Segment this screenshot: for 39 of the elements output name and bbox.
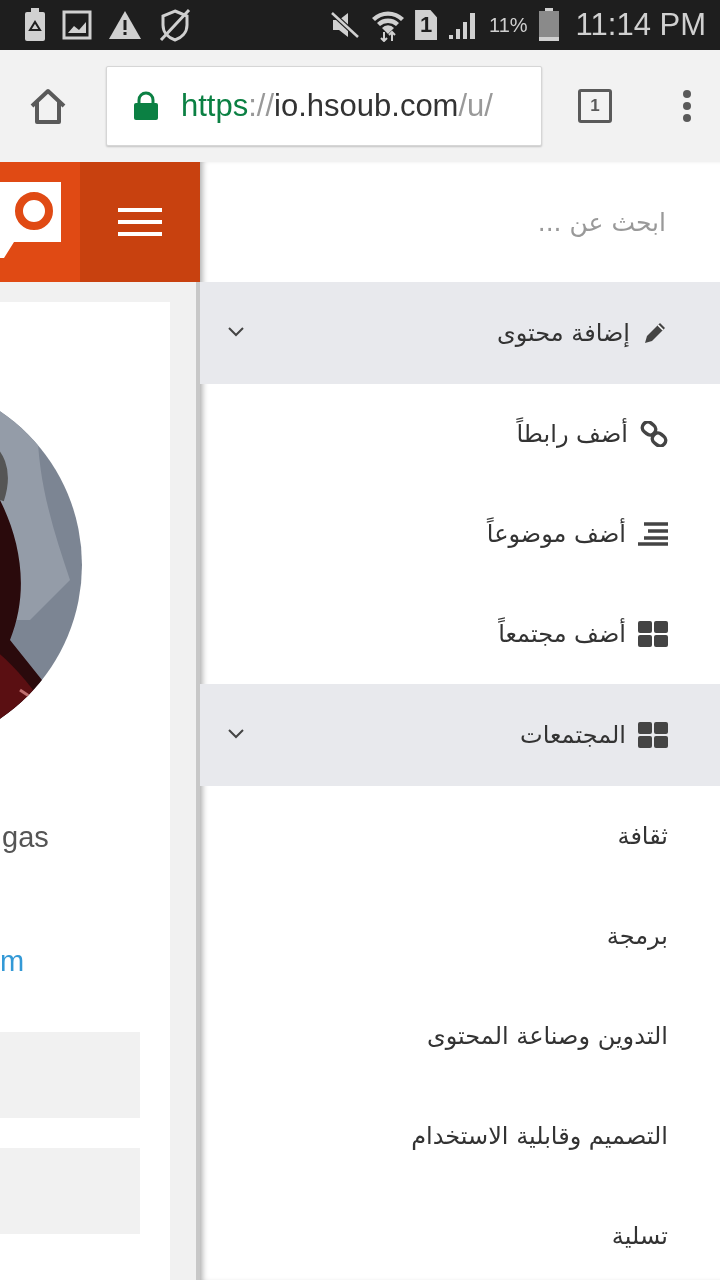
menu-icon	[118, 207, 162, 237]
pencil-icon	[642, 320, 668, 346]
battery-icon	[537, 8, 560, 42]
menu-item-label: التصميم وقابلية الاستخدام	[411, 1122, 668, 1150]
menu-item[interactable]: أضف رابطاً	[200, 384, 720, 484]
url-field[interactable]: https://io.hsoub.com/u/	[106, 66, 542, 146]
menu-item[interactable]: ثقافة	[200, 786, 720, 886]
section-title: إضافة محتوى	[496, 319, 630, 347]
section-header[interactable]: المجتمعات	[200, 684, 720, 786]
shield-off-icon	[158, 8, 192, 42]
search-field[interactable]: ابحث عن ...	[252, 206, 668, 238]
menu-item[interactable]: تسلية	[200, 1186, 720, 1280]
menu-item-label: برمجة	[606, 922, 668, 950]
menu-item[interactable]: أضف مجتمعاً	[200, 584, 720, 684]
menu-button[interactable]	[80, 162, 200, 282]
lock-icon	[133, 91, 159, 121]
battery-percent: 11%	[489, 13, 528, 37]
link-icon	[640, 421, 668, 447]
menu-item[interactable]: برمجة	[200, 886, 720, 986]
grid-icon	[638, 722, 668, 748]
menu-item-label: التدوين وصناعة المحتوى	[426, 1022, 668, 1050]
section-title: المجتمعات	[520, 721, 626, 749]
menu-icon[interactable]	[682, 89, 692, 123]
warning-icon	[108, 10, 142, 40]
list-icon	[638, 522, 668, 546]
profile-name: gas	[2, 820, 49, 855]
menu-item-label: تسلية	[611, 1222, 668, 1250]
grid-icon	[638, 621, 668, 647]
tab-count-button[interactable]: 1	[578, 89, 612, 123]
image-icon	[62, 10, 92, 40]
clock-time: 11:14 PM	[575, 7, 706, 43]
mute-icon	[329, 10, 362, 40]
menu-item[interactable]: التصميم وقابلية الاستخدام	[200, 1086, 720, 1186]
menu-item[interactable]: أضف موضوعاً	[200, 484, 720, 584]
section-header[interactable]: إضافة محتوى	[200, 282, 720, 384]
menu-item-label: ثقافة	[617, 822, 668, 850]
sim-icon: 1	[415, 10, 438, 40]
home-button[interactable]	[28, 87, 68, 125]
menu-item[interactable]: التدوين وصناعة المحتوى	[200, 986, 720, 1086]
